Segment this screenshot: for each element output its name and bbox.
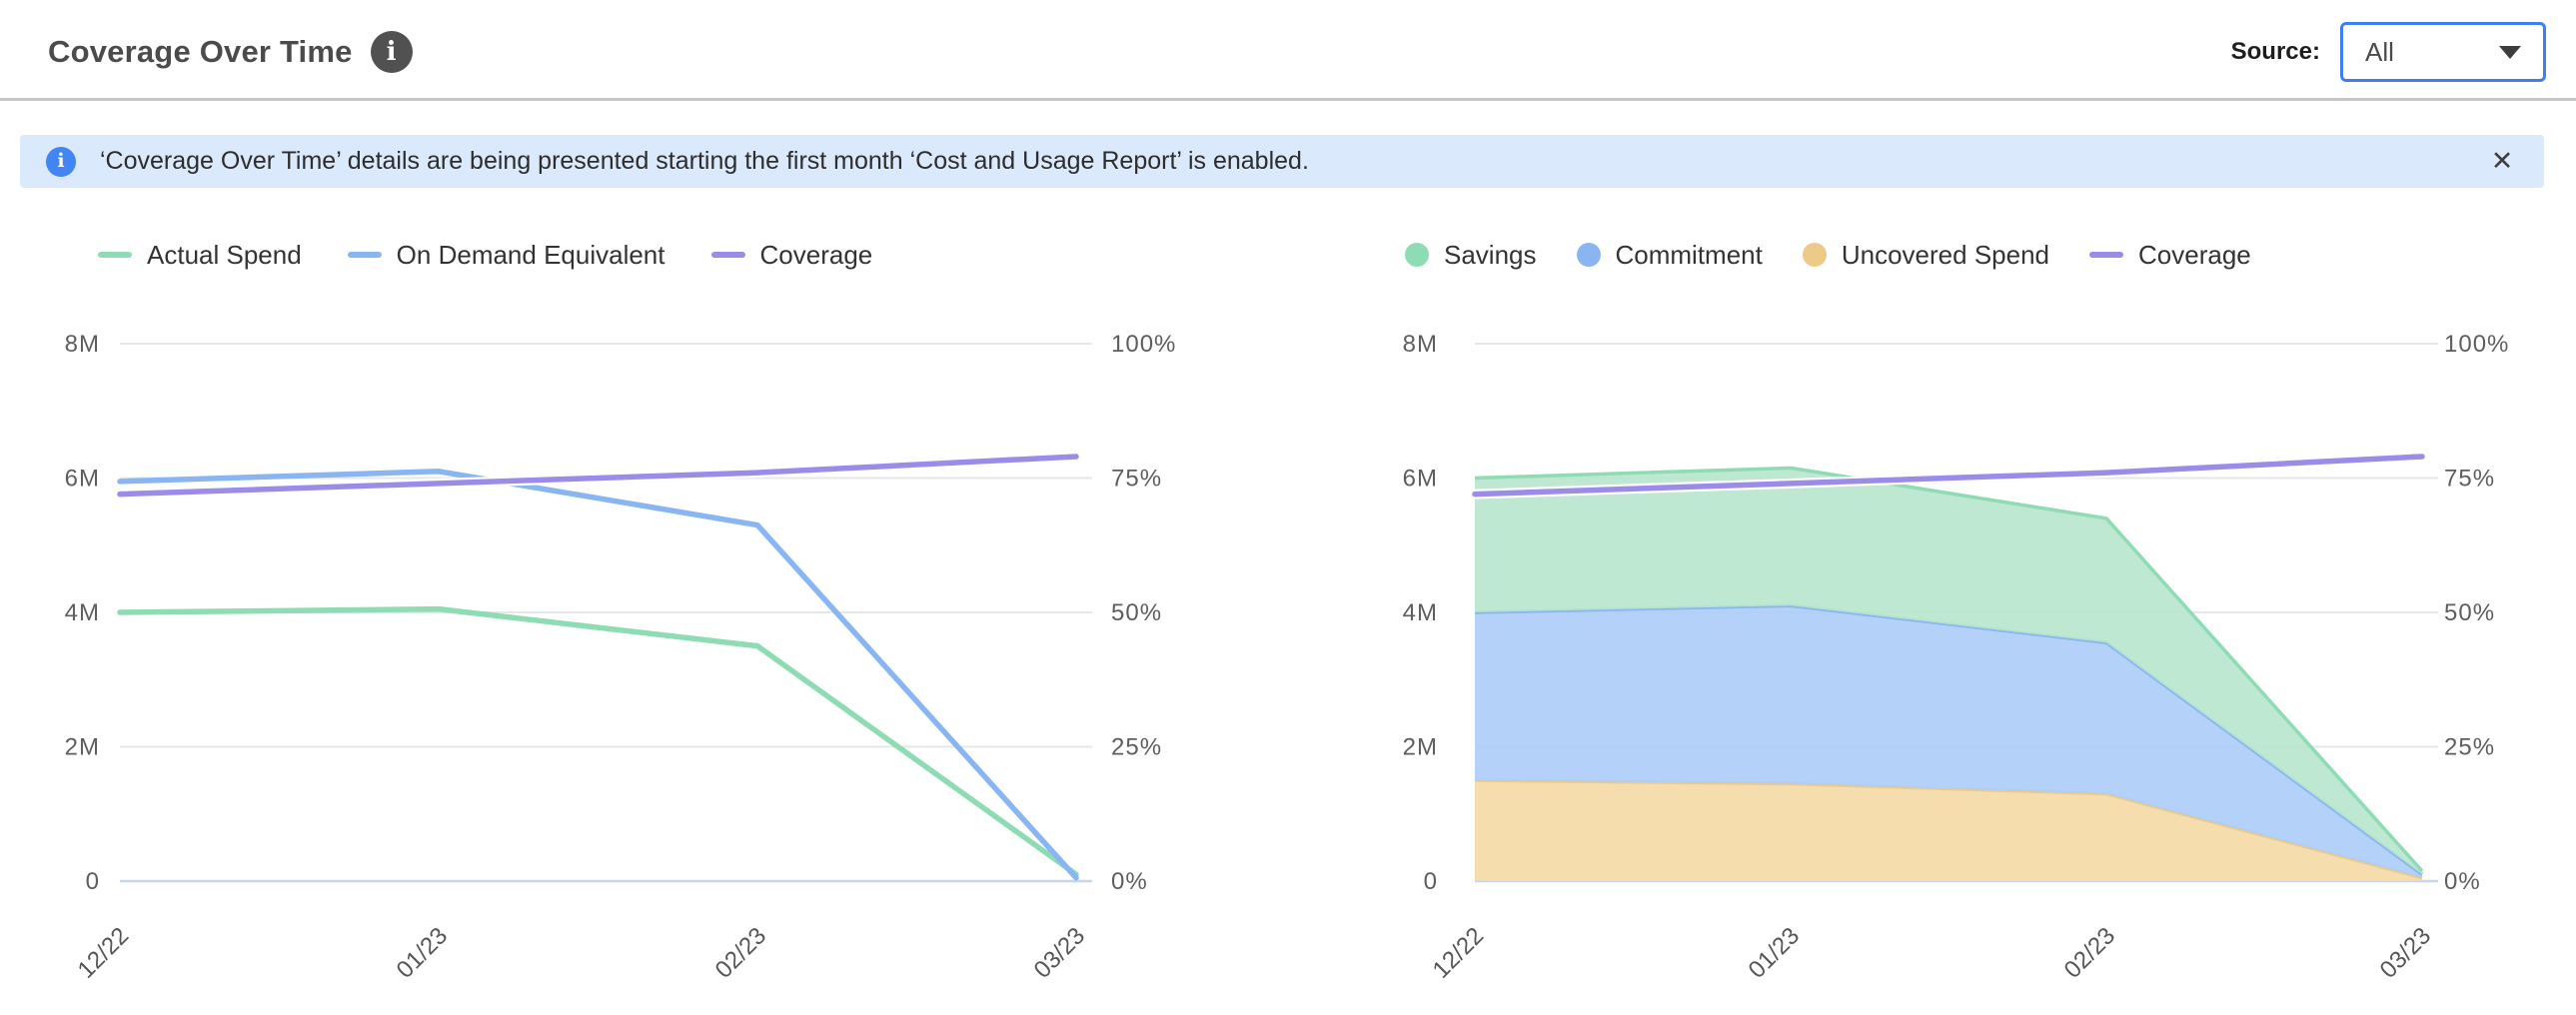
- y-axis-label-right: 75%: [1111, 466, 1162, 493]
- legend-item-actual-spend[interactable]: Actual Spend: [98, 240, 302, 271]
- y-axis-label-left: 4M: [65, 599, 100, 626]
- banner-info-glyph: i: [57, 152, 64, 171]
- y-axis-label-left: 6M: [65, 466, 100, 493]
- y-axis-label-left: 6M: [1403, 466, 1438, 493]
- legend-label: Savings: [1444, 240, 1537, 271]
- y-axis-label-left: 0: [1424, 868, 1438, 895]
- coverage-over-time-page: { "header": { "title": "Coverage Over Ti…: [0, 0, 2576, 1015]
- area-chart-legend: Savings Commitment Uncovered Spend Cover…: [1405, 238, 2562, 272]
- on-demand-equivalent-swatch-icon: [348, 252, 382, 258]
- y-axis-label-left: 2M: [1403, 734, 1438, 761]
- source-dropdown[interactable]: All: [2340, 22, 2546, 82]
- y-axis-label-left: 2M: [65, 734, 100, 761]
- y-axis-label-right: 25%: [1111, 734, 1162, 761]
- coverage-area-chart-panel: Savings Commitment Uncovered Spend Cover…: [1305, 238, 2562, 1011]
- legend-label: Actual Spend: [147, 240, 302, 271]
- banner-close-icon[interactable]: ✕: [2480, 140, 2524, 184]
- y-axis-label-left: 8M: [1403, 331, 1438, 358]
- chevron-down-icon: [2499, 46, 2521, 59]
- y-axis-label-right: 50%: [1111, 599, 1162, 626]
- header: Coverage Over Time i Source: All: [0, 0, 2576, 101]
- y-axis-label-right: 50%: [2444, 599, 2495, 626]
- header-right: Source: All: [2231, 22, 2546, 82]
- info-icon-glyph: i: [387, 39, 397, 65]
- banner-text: ‘Coverage Over Time’ details are being p…: [100, 147, 1309, 176]
- coverage-swatch-icon: [2089, 252, 2123, 258]
- legend-label: Coverage: [760, 240, 873, 271]
- savings-swatch-icon: [1405, 243, 1429, 267]
- x-axis-label: 12/22: [73, 922, 135, 984]
- info-banner: i ‘Coverage Over Time’ details are being…: [20, 135, 2544, 188]
- y-axis-label-left: 4M: [1403, 599, 1438, 626]
- charts-row: Actual Spend On Demand Equivalent Covera…: [0, 238, 2576, 1011]
- coverage-swatch-icon: [711, 252, 745, 258]
- y-axis-label-left: 0: [86, 868, 100, 895]
- legend-item-commitment[interactable]: Commitment: [1577, 240, 1763, 271]
- x-axis-label: 01/23: [1744, 922, 1806, 984]
- on-demand-equivalent-line: [120, 472, 1076, 878]
- legend-item-uncovered-spend[interactable]: Uncovered Spend: [1803, 240, 2049, 271]
- info-icon[interactable]: i: [371, 31, 413, 73]
- x-axis-label: 02/23: [710, 922, 772, 984]
- coverage-line-chart: 8M 100% 6M 75% 4M 50% 2M 25% 0 0% 12/22 01/23 02/23 0…: [20, 296, 1274, 1011]
- uncovered-spend-swatch-icon: [1803, 243, 1827, 267]
- y-axis-label-right: 0%: [2444, 868, 2481, 895]
- coverage-line-chart-panel: Actual Spend On Demand Equivalent Covera…: [20, 238, 1281, 1011]
- actual-spend-line: [120, 609, 1076, 875]
- y-axis-label-right: 100%: [2444, 331, 2509, 358]
- legend-label: Coverage: [2138, 240, 2251, 271]
- commitment-swatch-icon: [1577, 243, 1601, 267]
- y-axis-label-right: 100%: [1111, 331, 1176, 358]
- x-axis-label: 12/22: [1428, 922, 1490, 984]
- y-axis-label-right: 0%: [1111, 868, 1148, 895]
- banner-info-icon: i: [46, 147, 76, 177]
- actual-spend-swatch-icon: [98, 252, 132, 258]
- y-axis-label-left: 8M: [65, 331, 100, 358]
- source-label: Source:: [2231, 38, 2320, 66]
- legend-item-coverage[interactable]: Coverage: [2089, 240, 2251, 271]
- source-dropdown-value: All: [2365, 37, 2394, 68]
- x-axis-label: 03/23: [1029, 922, 1091, 984]
- y-axis-label-right: 75%: [2444, 466, 2495, 493]
- legend-label: Uncovered Spend: [1842, 240, 2049, 271]
- legend-label: On Demand Equivalent: [397, 240, 665, 271]
- legend-label: Commitment: [1616, 240, 1763, 271]
- legend-item-coverage[interactable]: Coverage: [711, 240, 873, 271]
- x-axis-label: 02/23: [2059, 922, 2121, 984]
- coverage-area-chart: 8M 100% 6M 75% 4M 50% 2M 25% 0 0% 12/22 01/23 02/23 0…: [1305, 296, 2554, 1011]
- y-axis-label-right: 25%: [2444, 734, 2495, 761]
- x-axis-label: 03/23: [2375, 922, 2437, 984]
- legend-item-savings[interactable]: Savings: [1405, 240, 1537, 271]
- x-axis-label: 01/23: [392, 922, 454, 984]
- legend-item-on-demand-equivalent[interactable]: On Demand Equivalent: [348, 240, 665, 271]
- line-chart-legend: Actual Spend On Demand Equivalent Covera…: [98, 238, 1281, 272]
- page-title: Coverage Over Time: [48, 34, 353, 70]
